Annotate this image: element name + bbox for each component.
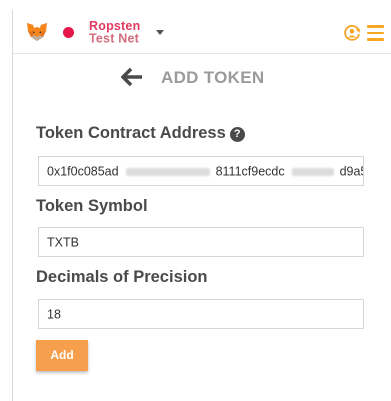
contract-address-label: Token Contract Address? [36,124,245,143]
network-name-line2: Test Net [89,30,139,46]
network-status-dot [63,27,74,38]
app-header: Ropsten Test Net [13,10,391,54]
add-button[interactable]: Add [36,340,88,371]
metamask-fox-icon[interactable] [26,22,48,42]
contract-address-value-part1: 0x1f0c085ad [47,164,119,179]
decimals-input[interactable]: 18 [38,299,364,329]
contract-address-label-text: Token Contract Address [36,124,226,142]
redacted-blur [126,167,211,176]
contract-address-value-part2: 8111cf9ecdc [215,164,285,179]
page-title: ADD TOKEN [161,68,265,87]
account-switch-icon[interactable] [343,24,361,42]
token-symbol-value: TXTB [47,235,79,250]
contract-address-input[interactable]: 0x1f0c085ad 8111cf9ecdc d9a5bb [38,156,364,186]
contract-address-value-part3: d9a5bb [339,164,363,179]
redacted-blur [292,167,335,176]
token-symbol-input[interactable]: TXTB [38,227,364,257]
chevron-down-icon[interactable] [156,30,164,35]
arrow-left-icon[interactable] [121,67,143,87]
decimals-value: 18 [47,307,61,322]
popup-frame: Ropsten Test Net ADD TOKEN Token Contrac… [12,10,391,401]
network-selector[interactable]: Ropsten Test Net [89,19,149,46]
token-symbol-label: Token Symbol [36,197,148,215]
decimals-label: Decimals of Precision [36,268,208,286]
hamburger-menu-icon[interactable] [367,25,384,41]
question-circle-icon[interactable]: ? [229,127,245,142]
